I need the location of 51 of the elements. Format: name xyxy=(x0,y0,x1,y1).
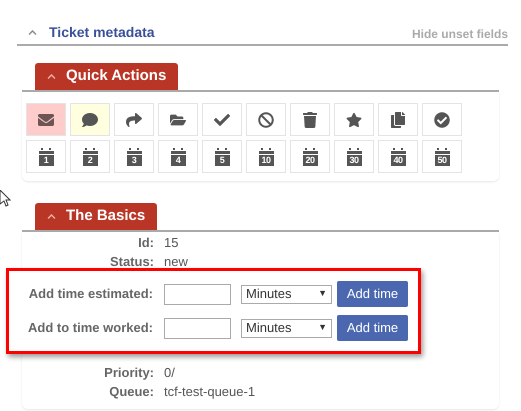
add-time-button[interactable]: Add time xyxy=(337,315,408,341)
section-title: Ticket metadata xyxy=(49,23,155,42)
trash-icon xyxy=(302,112,318,128)
calendar-button[interactable]: 5 xyxy=(202,140,242,173)
envelope-icon xyxy=(38,112,54,128)
field-value: tcf-test-queue-1 xyxy=(164,382,256,401)
action-button[interactable] xyxy=(334,103,374,136)
unit-select[interactable]: Minutes ▼ xyxy=(241,284,332,304)
action-button[interactable] xyxy=(70,103,110,136)
action-button[interactable] xyxy=(26,103,66,136)
time-label: Add to time worked: xyxy=(27,319,153,338)
field-value: new xyxy=(164,252,188,271)
chevron-icon xyxy=(47,72,56,81)
calendar-button[interactable]: 50 xyxy=(422,140,462,173)
calendar-button[interactable]: 10 xyxy=(246,140,286,173)
action-button[interactable] xyxy=(114,103,154,136)
time-input[interactable] xyxy=(164,318,231,338)
unit-select[interactable]: Minutes ▼ xyxy=(241,318,332,338)
field-value: 0/ xyxy=(164,364,175,382)
field-label: Status: xyxy=(108,252,154,271)
action-button[interactable] xyxy=(422,103,462,136)
chevron-icon xyxy=(47,212,56,221)
action-button[interactable] xyxy=(202,103,242,136)
checkmark-icon xyxy=(214,112,230,128)
calendar-button[interactable]: 3 xyxy=(114,140,154,173)
section-tab[interactable]: The Basics xyxy=(35,203,158,230)
field-label: Priority: xyxy=(103,364,154,382)
calendar-button[interactable]: 1 xyxy=(26,140,66,173)
forward-arrow-icon xyxy=(126,112,142,128)
calendar-button[interactable]: 20 xyxy=(290,140,330,173)
chevron-icon[interactable] xyxy=(28,28,37,37)
section-tab[interactable]: Quick Actions xyxy=(35,63,178,90)
calendar-button[interactable]: 40 xyxy=(378,140,418,173)
folder-icon xyxy=(170,112,186,128)
copy-icon xyxy=(390,112,406,128)
add-time-button[interactable]: Add time xyxy=(337,281,408,307)
field-label: Queue: xyxy=(108,382,154,401)
action-button[interactable] xyxy=(246,103,286,136)
calendar-button[interactable]: 4 xyxy=(158,140,198,173)
calendar-button[interactable]: 2 xyxy=(70,140,110,173)
action-button[interactable] xyxy=(158,103,198,136)
prohibited-icon xyxy=(258,112,274,128)
star-icon xyxy=(346,112,362,128)
calendar-button[interactable]: 30 xyxy=(334,140,374,173)
action-button[interactable] xyxy=(378,103,418,136)
time-input[interactable] xyxy=(164,284,231,304)
speech-bubble-icon xyxy=(82,112,98,128)
field-label: Id: xyxy=(137,234,154,252)
time-label: Add time estimated: xyxy=(28,285,153,304)
action-button[interactable] xyxy=(290,103,330,136)
field-value: 15 xyxy=(164,234,178,252)
